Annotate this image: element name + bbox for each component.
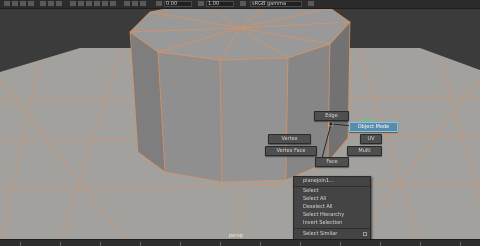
dropdown-arrow-icon[interactable]	[308, 1, 314, 6]
context-menu-header[interactable]: planejoin1...	[294, 177, 370, 187]
menu-item-select-all[interactable]: Select All	[294, 195, 370, 203]
menu-item-select-hierarchy[interactable]: Select Hierarchy	[294, 211, 370, 219]
wireframe-icon[interactable]	[70, 1, 76, 6]
exposure-icon	[156, 1, 162, 6]
gamma-icon	[198, 1, 204, 6]
textured-icon[interactable]	[94, 1, 100, 6]
menu-separator	[294, 228, 370, 229]
timeline-bar[interactable]	[0, 239, 480, 246]
lights-icon[interactable]	[102, 1, 108, 6]
smooth-shade-icon[interactable]	[78, 1, 84, 6]
resolution-gate-icon[interactable]	[56, 1, 62, 6]
grid-icon[interactable]	[40, 1, 46, 6]
marking-menu-edge[interactable]: Edge	[314, 111, 349, 121]
menu-item-select[interactable]: Select	[294, 187, 370, 195]
timeline-tick	[140, 242, 141, 246]
timeline-tick	[60, 242, 61, 246]
menu-item-deselect-all[interactable]: Deselect All	[294, 203, 370, 211]
timeline-tick	[20, 242, 21, 246]
timeline-tick	[100, 242, 101, 246]
viewport-toolbar: 0.00 1.00 sRGB gamma	[0, 0, 480, 9]
timeline-tick	[460, 242, 461, 246]
timeline-tick	[340, 242, 341, 246]
timeline-tick	[380, 242, 381, 246]
context-menu: planejoin1... Select Select All Deselect…	[293, 176, 371, 246]
menu-item-select-similar-label: Select Similar	[303, 231, 338, 237]
select-camera-icon[interactable]	[4, 1, 10, 6]
option-box-icon[interactable]	[363, 232, 367, 236]
lock-camera-icon[interactable]	[12, 1, 18, 6]
cylinder-mesh	[129, 1, 351, 183]
marking-menu-multi[interactable]: Multi	[347, 146, 382, 156]
menu-item-invert-selection[interactable]: Invert Selection	[294, 219, 370, 227]
timeline-tick	[220, 242, 221, 246]
timeline-tick	[180, 242, 181, 246]
shadows-icon[interactable]	[110, 1, 116, 6]
exposure-field[interactable]: 0.00	[164, 1, 192, 7]
menu-item-select-similar[interactable]: Select Similar	[294, 230, 370, 238]
xray-joints-icon[interactable]	[140, 1, 146, 6]
cursor-origin-icon	[328, 121, 334, 127]
maya-viewport[interactable]: 0.00 1.00 sRGB gamma Edge Object Mode UV…	[0, 0, 480, 246]
marking-menu-object-mode[interactable]: Object Mode	[349, 122, 398, 132]
marking-menu-vertex-face[interactable]: Vertex Face	[265, 146, 317, 156]
bookmark-icon[interactable]	[20, 1, 26, 6]
xray-icon[interactable]	[132, 1, 138, 6]
view-transform-field[interactable]: sRGB gamma	[250, 1, 302, 7]
wireframe-on-shaded-icon[interactable]	[86, 1, 92, 6]
film-gate-icon[interactable]	[48, 1, 54, 6]
timeline-tick	[420, 242, 421, 246]
marking-menu-vertex[interactable]: Vertex	[268, 134, 311, 144]
color-management-icon[interactable]	[240, 1, 246, 6]
marking-menu-face[interactable]: Face	[315, 157, 349, 167]
gamma-field[interactable]: 1.00	[206, 1, 234, 7]
timeline-tick	[260, 242, 261, 246]
isolate-icon[interactable]	[124, 1, 130, 6]
image-plane-icon[interactable]	[28, 1, 34, 6]
viewport-scene[interactable]	[0, 0, 480, 246]
timeline-tick	[300, 242, 301, 246]
marking-menu-uv[interactable]: UV	[360, 134, 382, 144]
